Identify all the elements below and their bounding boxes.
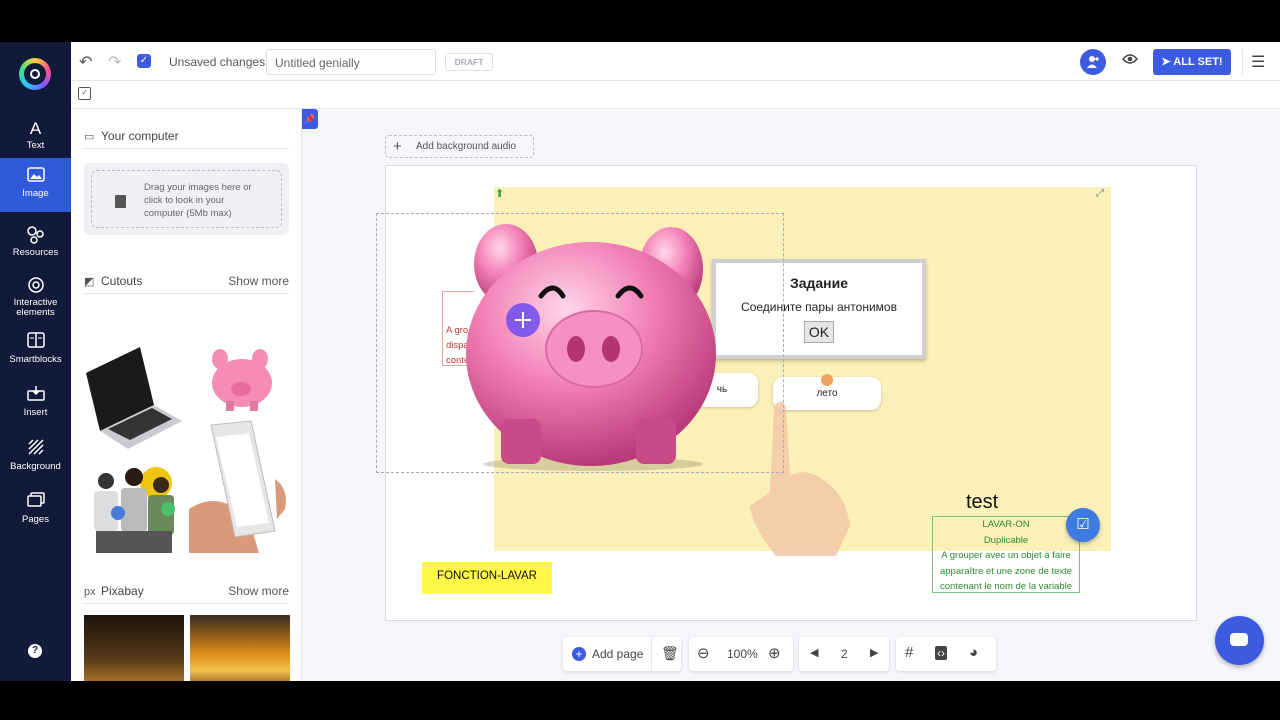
hamburger-menu-icon[interactable]: ☰ [1251,52,1265,72]
trash-icon[interactable]: 🗑 [661,645,679,662]
autosave-check-icon[interactable]: ✓ [137,54,151,68]
upload-instructions: Drag your images here or click to look i… [144,182,252,219]
interactivity-icon[interactable]: ⬆ [495,187,504,200]
rail-item-text[interactable]: A Text [0,110,71,162]
dialog-ok-button[interactable]: OK [804,321,834,343]
page-actions-toolbar: + Add page 🗑 [563,637,681,671]
cutout-laptop-image[interactable] [84,345,184,451]
draft-badge: DRAFT [445,53,493,71]
pixabay-icon: px [84,586,96,598]
cutout-piggy-bank-image[interactable] [206,345,276,415]
cutout-people-image[interactable] [84,461,184,553]
drag-dot[interactable] [821,374,833,386]
chat-support-icon[interactable] [1215,616,1264,665]
zoom-in-icon[interactable]: ⊕ [768,644,781,662]
check-button-icon[interactable]: ☑ [1066,508,1100,542]
pixabay-show-more-link[interactable]: Show more [228,584,289,598]
pixabay-street-night-image[interactable] [84,615,184,681]
left-rail: A Text Image Resources Interactive eleme… [0,42,71,681]
slide-canvas[interactable]: ⬆ ⤢ A gro dispa conte Задание Соедините … [376,165,1197,621]
computer-icon: ▭ [84,131,95,143]
lavar-on-text-box[interactable]: LAVAR-ON Duplicable A grouper avec un ob… [932,516,1080,593]
resources-icon [0,225,71,247]
prev-page-icon[interactable]: ◀ [810,646,818,659]
page-number[interactable]: 2 [841,647,848,661]
unsaved-status: Unsaved changes [169,55,266,69]
insert-icon [0,385,71,407]
fonction-lavar-label[interactable]: FONCTION-LAVAR [422,562,552,594]
zoom-toolbar: ⊖ 100% ⊕ [689,637,793,671]
smartblocks-icon [0,332,71,354]
rail-item-image[interactable]: Image [0,158,71,212]
image-panel: ▭ Your computer Drag your images here or … [71,109,302,681]
rail-item-smartblocks[interactable]: Smartblocks [0,324,71,376]
page-nav-toolbar: ◀ 2 ▶ [799,637,889,671]
palette-icon[interactable]: ◕ [969,644,978,661]
top-bar: ↶ ↷ ✓ Unsaved changes Untitled genially … [71,42,1280,81]
genially-logo[interactable] [19,58,51,90]
pixabay-city-sunset-image[interactable] [190,615,290,681]
divider [651,637,652,671]
cutouts-show-more-link[interactable]: Show more [228,274,289,288]
interactive-icon [0,276,71,298]
undo-icon[interactable]: ↶ [79,52,92,72]
title-input[interactable]: Untitled genially [266,49,436,75]
next-page-icon[interactable]: ▶ [870,646,878,659]
cutout-phone-in-hand-image[interactable] [189,419,289,553]
rail-item-pages[interactable]: Pages [0,484,71,536]
code-icon[interactable]: ‹› [935,646,947,660]
pixabay-header: px Pixabay Show more [84,584,289,604]
all-set-button[interactable]: ➤ ALL SET! [1153,49,1231,75]
upload-dropzone[interactable]: Drag your images here or click to look i… [84,163,289,235]
add-page-button[interactable]: Add page [592,647,643,661]
checklist-icon[interactable]: ✓ [78,87,91,100]
text-icon: A [29,119,42,138]
add-page-icon[interactable]: + [572,647,586,661]
plus-icon: + [393,138,402,155]
view-tools-toolbar: # ‹› ◕ [896,637,996,671]
rail-item-background[interactable]: Background [0,431,71,483]
rail-item-interactive[interactable]: Interactive elements [0,268,71,318]
rail-item-resources[interactable]: Resources [0,217,71,269]
image-icon [0,166,71,188]
sub-toolbar: ✓ [71,81,1280,109]
background-icon [0,439,71,461]
upload-file-icon [115,195,126,208]
cutouts-header: ◩ Cutouts Show more [84,274,289,294]
cutouts-icon: ◩ [84,276,95,288]
app-frame: A Text Image Resources Interactive eleme… [0,42,1280,681]
piggy-bank-image[interactable] [461,214,721,474]
help-icon[interactable]: ? [28,644,42,658]
test-label[interactable]: test [966,491,998,514]
your-computer-header: ▭ Your computer [84,129,289,149]
preview-eye-icon[interactable] [1122,52,1138,69]
rocket-icon: ➤ [1161,56,1174,68]
rail-item-insert[interactable]: Insert [0,377,71,429]
pin-panel-icon[interactable]: 📌 [302,109,318,129]
divider [1242,49,1243,75]
redo-icon[interactable]: ↷ [108,52,121,72]
pages-icon [0,492,71,514]
add-user-icon[interactable] [1080,49,1106,75]
grid-icon[interactable]: # [905,644,913,661]
resize-corner-icon[interactable]: ⤢ [1096,188,1104,199]
zoom-level[interactable]: 100% [727,647,758,661]
zoom-out-icon[interactable]: ⊖ [697,644,710,662]
add-background-audio-button[interactable]: + Add background audio [385,135,534,158]
